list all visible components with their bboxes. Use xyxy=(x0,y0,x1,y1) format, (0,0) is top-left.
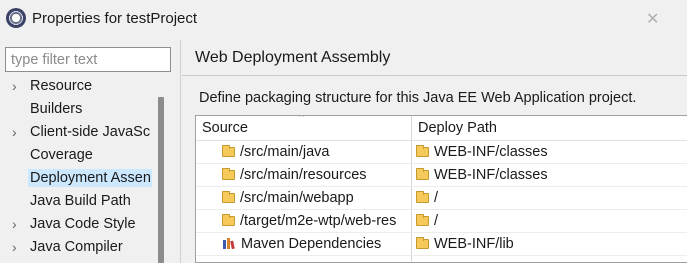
nav-item-client-side-javascript[interactable]: › Client-side JavaSc xyxy=(0,122,152,145)
title-bar: Properties for testProject ✕ xyxy=(0,0,687,38)
folder-icon xyxy=(416,168,429,180)
filter-input[interactable] xyxy=(6,48,170,71)
folder-icon xyxy=(416,214,429,226)
chevron-right-icon[interactable]: › xyxy=(12,216,17,232)
deploy-path: / xyxy=(434,213,439,229)
nav-item-label: Deployment Assen xyxy=(28,169,152,187)
folder-icon xyxy=(416,145,429,157)
nav-item-deployment-assembly[interactable]: Deployment Assen xyxy=(0,168,152,191)
folder-icon xyxy=(222,168,235,180)
source-cell: /src/main/resources xyxy=(222,167,412,183)
folder-icon xyxy=(222,191,235,203)
column-header-source[interactable]: Source xyxy=(202,120,248,136)
nav-item-java-build-path[interactable]: Java Build Path xyxy=(0,191,152,214)
nav-item-label: Builders xyxy=(30,101,83,117)
nav-item-resource[interactable]: › Resource xyxy=(0,76,152,99)
source-path: /src/main/resources xyxy=(240,167,367,183)
deploy-path: WEB-INF/classes xyxy=(434,144,548,160)
page-header: Web Deployment Assembly xyxy=(182,40,687,76)
nav-item-label: Client-side JavaSc xyxy=(30,124,151,140)
folder-icon xyxy=(222,145,235,157)
maven-library-icon xyxy=(223,238,235,249)
chevron-right-icon[interactable]: › xyxy=(12,124,17,140)
table-header: Source ^ Deploy Path xyxy=(196,116,687,141)
folder-icon xyxy=(416,191,429,203)
nav-item-label: Java Compiler xyxy=(30,239,123,255)
nav-item-label: Coverage xyxy=(30,147,93,163)
source-cell: /src/main/java xyxy=(222,144,412,160)
sort-ascending-icon: ^ xyxy=(299,115,304,123)
properties-nav-tree: › Resource Builders › Client-side JavaSc… xyxy=(0,76,166,263)
source-path: /src/main/webapp xyxy=(240,190,354,206)
deploy-path: WEB-INF/classes xyxy=(434,167,548,183)
source-path: /target/m2e-wtp/web-res xyxy=(240,213,397,229)
deploy-path: / xyxy=(434,190,439,206)
deploy-path: WEB-INF/lib xyxy=(434,236,514,252)
deploy-path-cell: / xyxy=(416,213,686,229)
chevron-right-icon[interactable]: › xyxy=(12,239,17,255)
source-cell: /src/main/webapp xyxy=(222,190,412,206)
nav-item-label: Java Code Style xyxy=(30,216,136,232)
page-title: Web Deployment Assembly xyxy=(195,49,391,66)
nav-item-label: Java Build Path xyxy=(30,193,131,209)
eclipse-icon xyxy=(6,8,26,28)
table-row[interactable]: /src/main/webapp / xyxy=(196,187,687,210)
nav-item-builders[interactable]: Builders xyxy=(0,99,152,122)
folder-icon xyxy=(222,214,235,226)
source-path: Maven Dependencies xyxy=(241,236,382,252)
source-cell: Maven Dependencies xyxy=(222,236,412,252)
page-description: Define packaging structure for this Java… xyxy=(199,90,637,106)
column-header-deploy-path[interactable]: Deploy Path xyxy=(418,120,497,136)
window-title: Properties for testProject xyxy=(32,10,198,27)
nav-item-label: Resource xyxy=(30,78,93,94)
deploy-path-cell: WEB-INF/lib xyxy=(416,236,686,252)
folder-icon xyxy=(416,237,429,249)
table-row[interactable]: Maven Dependencies WEB-INF/lib xyxy=(196,233,687,256)
deploy-path-cell: / xyxy=(416,190,686,206)
filter-field[interactable] xyxy=(5,47,171,72)
deploy-path-cell: WEB-INF/classes xyxy=(416,144,686,160)
close-icon[interactable]: ✕ xyxy=(646,9,659,29)
table-row[interactable]: /src/main/java WEB-INF/classes xyxy=(196,141,687,164)
nav-item-coverage[interactable]: Coverage xyxy=(0,145,152,168)
source-path: /src/main/java xyxy=(240,144,330,160)
sash-divider[interactable] xyxy=(180,40,181,263)
nav-item-java-compiler[interactable]: › Java Compiler xyxy=(0,237,152,260)
nav-scrollbar[interactable] xyxy=(158,97,164,263)
table-row[interactable]: /src/main/resources WEB-INF/classes xyxy=(196,164,687,187)
chevron-right-icon[interactable]: › xyxy=(12,78,17,94)
source-cell: /target/m2e-wtp/web-res xyxy=(222,213,412,229)
table-row[interactable]: /target/m2e-wtp/web-res / xyxy=(196,210,687,233)
deployment-assembly-table[interactable]: Source ^ Deploy Path /src/main/java WEB-… xyxy=(195,115,687,263)
deploy-path-cell: WEB-INF/classes xyxy=(416,167,686,183)
nav-item-java-code-style[interactable]: › Java Code Style xyxy=(0,214,152,237)
